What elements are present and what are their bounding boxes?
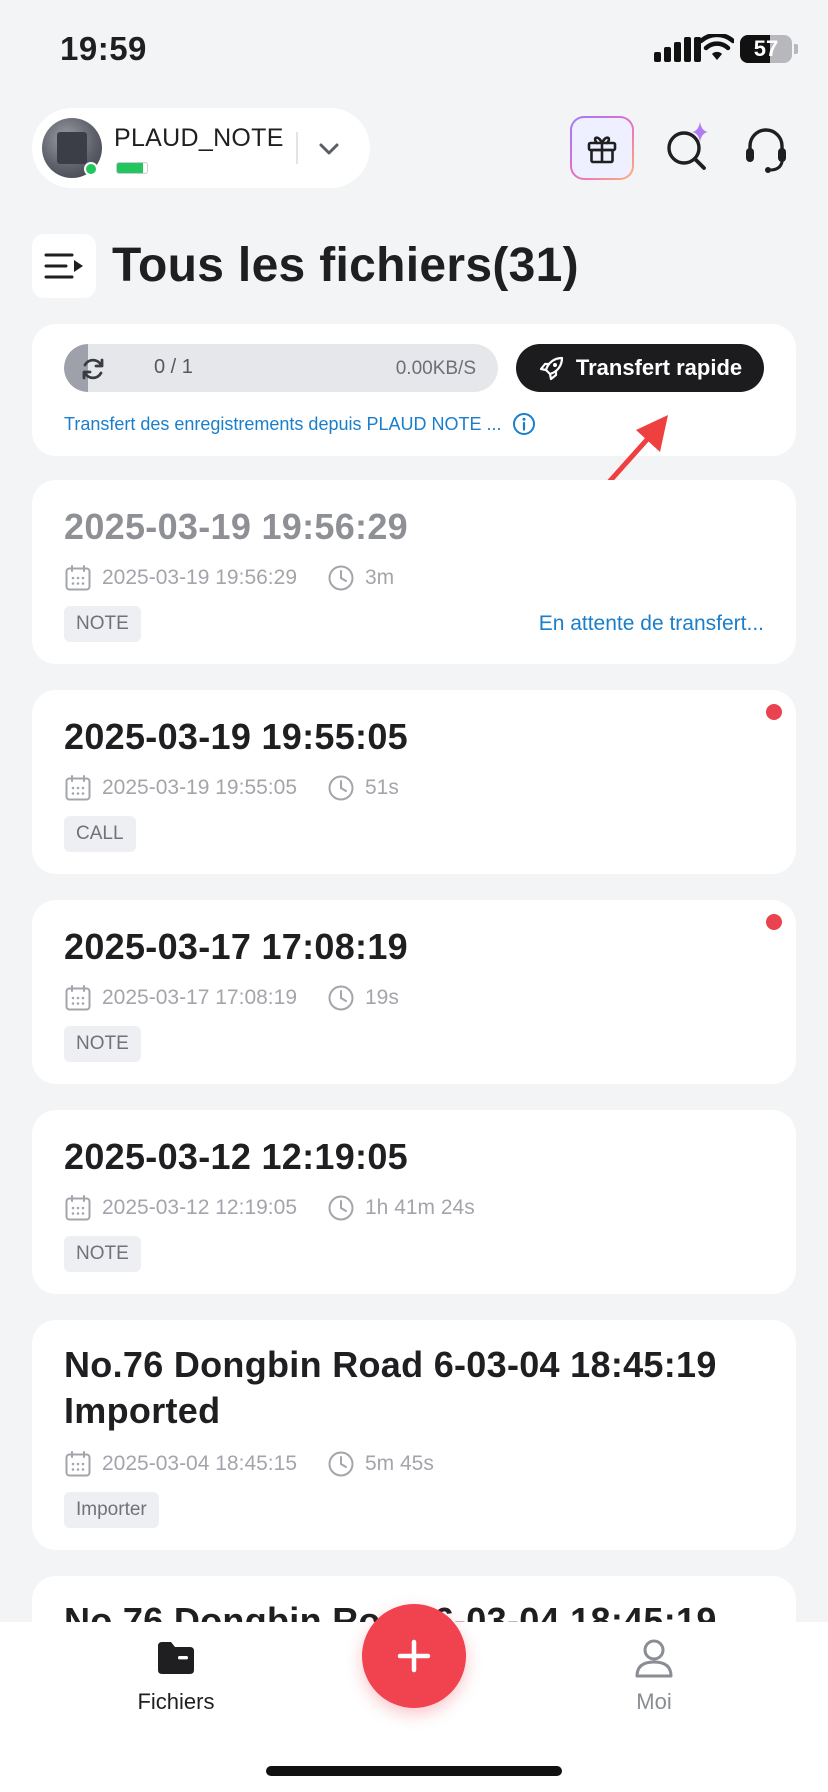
file-card[interactable]: 2025-03-19 19:56:29 2025-03-19 19:56:29 … bbox=[32, 480, 796, 664]
battery-cap bbox=[794, 44, 798, 54]
file-duration: 51s bbox=[365, 776, 399, 799]
file-tag: Importer bbox=[64, 1492, 159, 1528]
file-meta: 2025-03-19 19:56:29 3m bbox=[64, 564, 394, 592]
file-duration: 3m bbox=[365, 566, 395, 589]
gift-icon bbox=[587, 136, 617, 164]
transfer-count: 0 / 1 bbox=[154, 356, 193, 378]
device-name: PLAUD_NOTE bbox=[114, 124, 284, 152]
battery-icon: 57 bbox=[740, 35, 792, 63]
file-title: 2025-03-19 19:55:05 bbox=[64, 716, 408, 757]
clock-icon bbox=[328, 985, 354, 1011]
online-status-dot bbox=[84, 162, 98, 176]
fast-transfer-button[interactable]: Transfert rapide bbox=[516, 344, 764, 392]
info-icon[interactable] bbox=[512, 412, 536, 436]
file-meta: 2025-03-17 17:08:19 19s bbox=[64, 984, 399, 1012]
transfer-card: 0 / 1 0.00KB/S Transfert rapide Transfer… bbox=[32, 324, 796, 456]
sidebar-toggle-button[interactable] bbox=[32, 234, 96, 298]
transfer-progress-bar: 0 / 1 0.00KB/S bbox=[64, 344, 498, 392]
unread-dot bbox=[766, 704, 782, 720]
headset-icon bbox=[746, 128, 786, 173]
status-time: 19:59 bbox=[60, 30, 147, 67]
file-title-line: Imported bbox=[64, 1390, 221, 1431]
file-meta: 2025-03-04 18:45:15 5m 45s bbox=[64, 1450, 434, 1478]
calendar-icon bbox=[65, 1195, 91, 1221]
calendar-icon bbox=[65, 775, 91, 801]
wifi-icon bbox=[700, 34, 734, 60]
file-card[interactable]: No.76 Dongbin Road 6-03-04 18:45:19 Impo… bbox=[32, 1320, 796, 1550]
divider bbox=[296, 132, 298, 164]
menu-icon bbox=[44, 253, 83, 279]
transfer-status: En attente de transfert... bbox=[538, 612, 764, 635]
file-tag: NOTE bbox=[64, 1236, 141, 1272]
file-meta: 2025-03-19 19:55:05 51s bbox=[64, 774, 399, 802]
page-title: Tous les fichiers(31) bbox=[112, 239, 579, 292]
file-duration: 5m 45s bbox=[365, 1452, 434, 1475]
user-icon bbox=[635, 1639, 673, 1678]
file-title: 2025-03-17 17:08:19 bbox=[64, 926, 408, 967]
support-button[interactable] bbox=[736, 118, 796, 178]
ai-search-icon bbox=[667, 122, 708, 170]
fast-transfer-label: Transfert rapide bbox=[575, 355, 743, 380]
folder-icon bbox=[158, 1642, 194, 1674]
status-bar: 19:59 57 bbox=[0, 0, 828, 100]
sync-icon bbox=[82, 358, 104, 380]
file-title: 2025-03-19 19:56:29 bbox=[64, 506, 408, 547]
nav-tab-files[interactable]: Fichiers bbox=[116, 1636, 236, 1715]
nav-tab-me[interactable]: Moi bbox=[594, 1636, 714, 1715]
calendar-icon bbox=[65, 565, 91, 591]
home-indicator bbox=[266, 1766, 562, 1776]
file-tag: NOTE bbox=[64, 1026, 141, 1062]
file-tag: NOTE bbox=[64, 606, 141, 642]
file-title: 2025-03-12 12:19:05 bbox=[64, 1136, 408, 1177]
file-card[interactable]: 2025-03-17 17:08:19 2025-03-17 17:08:19 … bbox=[32, 900, 796, 1084]
file-card[interactable]: 2025-03-19 19:55:05 2025-03-19 19:55:05 … bbox=[32, 690, 796, 874]
clock-icon bbox=[328, 1195, 354, 1221]
file-card[interactable]: 2025-03-12 12:19:05 2025-03-12 12:19:05 … bbox=[32, 1110, 796, 1294]
file-date: 2025-03-19 19:56:29 bbox=[102, 566, 297, 589]
device-battery-fill bbox=[117, 163, 143, 173]
transfer-info-text: Transfert des enregistrements depuis PLA… bbox=[64, 413, 502, 434]
file-date: 2025-03-12 12:19:05 bbox=[102, 1196, 297, 1219]
ai-search-button[interactable] bbox=[658, 118, 718, 178]
file-date: 2025-03-04 18:45:15 bbox=[102, 1452, 297, 1475]
file-tag: CALL bbox=[64, 816, 136, 852]
file-date: 2025-03-19 19:55:05 bbox=[102, 776, 297, 799]
transfer-speed: 0.00KB/S bbox=[395, 358, 476, 379]
transfer-info[interactable]: Transfert des enregistrements depuis PLA… bbox=[64, 412, 536, 436]
clock-icon bbox=[328, 565, 354, 591]
gift-button[interactable] bbox=[570, 116, 634, 180]
plus-icon bbox=[397, 1639, 431, 1673]
file-duration: 19s bbox=[365, 986, 399, 1009]
clock-icon bbox=[328, 775, 354, 801]
file-title: No.76 Dongbin Road 6-03-04 18:45:19 Impo… bbox=[64, 1342, 717, 1434]
nav-label-me: Moi bbox=[636, 1689, 672, 1714]
calendar-icon bbox=[65, 1451, 91, 1477]
rocket-icon bbox=[539, 356, 563, 381]
calendar-icon bbox=[65, 985, 91, 1011]
file-duration: 1h 41m 24s bbox=[365, 1196, 475, 1219]
device-battery-icon bbox=[116, 162, 148, 174]
battery-percent: 57 bbox=[753, 36, 779, 61]
device-selector[interactable]: PLAUD_NOTE bbox=[32, 108, 370, 188]
unread-dot bbox=[766, 914, 782, 930]
nav-label-files: Fichiers bbox=[137, 1689, 215, 1714]
file-date: 2025-03-17 17:08:19 bbox=[102, 986, 297, 1009]
clock-icon bbox=[328, 1451, 354, 1477]
chevron-down-icon[interactable] bbox=[314, 134, 344, 164]
file-meta: 2025-03-12 12:19:05 1h 41m 24s bbox=[64, 1194, 475, 1222]
file-title-line: No.76 Dongbin Road 6-03-04 18:45:19 bbox=[64, 1344, 717, 1385]
cellular-signal-icon bbox=[654, 37, 701, 62]
add-recording-button[interactable] bbox=[362, 1604, 466, 1708]
